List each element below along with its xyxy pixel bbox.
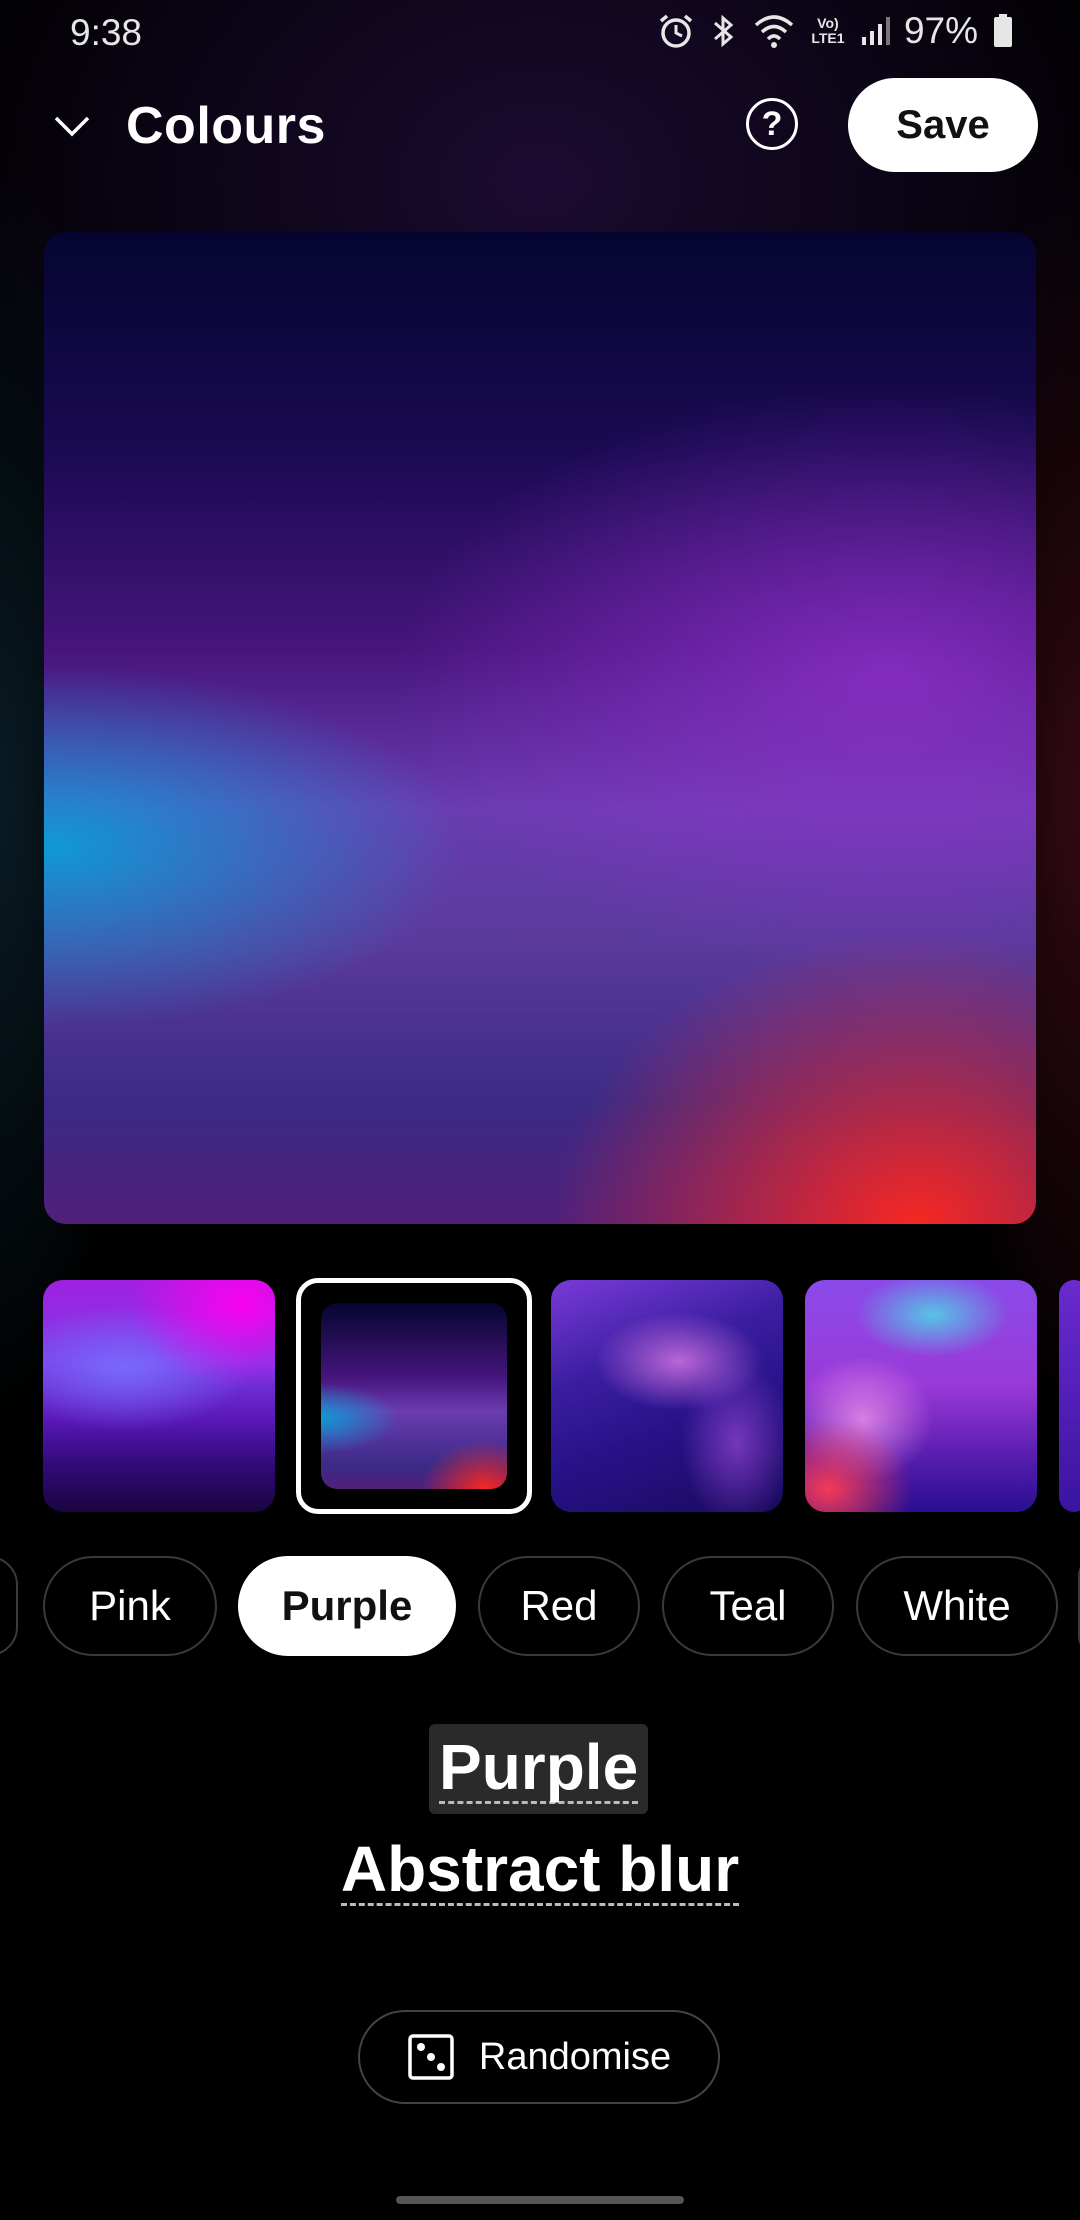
wallpaper-thumbnail-partial[interactable] bbox=[1059, 1280, 1080, 1512]
wallpaper-thumbnail[interactable] bbox=[43, 1280, 275, 1512]
dice-icon bbox=[407, 2033, 455, 2081]
header: Colours ? Save bbox=[0, 78, 1080, 174]
chip-partial-previous[interactable] bbox=[0, 1556, 18, 1656]
network-label: Vo) LTE1 bbox=[811, 15, 845, 46]
wallpaper-colour-name: Purple bbox=[429, 1724, 649, 1814]
wallpaper-style-name: Abstract blur bbox=[0, 1826, 1080, 1916]
battery-icon bbox=[992, 11, 1014, 51]
wifi-icon bbox=[752, 11, 796, 51]
bluetooth-icon bbox=[710, 11, 738, 51]
randomise-label: Randomise bbox=[478, 2035, 672, 2078]
status-time: 9:38 bbox=[70, 12, 143, 53]
wallpaper-thumbnails bbox=[0, 1278, 1080, 1514]
chip-white[interactable]: White bbox=[856, 1556, 1058, 1656]
randomise-button[interactable]: Randomise bbox=[358, 2010, 720, 2104]
wallpaper-thumbnail[interactable] bbox=[805, 1280, 1037, 1512]
wallpaper-thumbnail[interactable] bbox=[551, 1280, 783, 1512]
wallpaper-colour-name-text: Purple bbox=[439, 1730, 639, 1805]
battery-percent: 97% bbox=[903, 10, 978, 51]
status-icons: Vo) LTE1 97% bbox=[656, 10, 1014, 52]
help-button[interactable]: ? bbox=[746, 98, 798, 150]
alarm-icon bbox=[656, 11, 696, 51]
home-indicator[interactable] bbox=[396, 2196, 684, 2204]
chip-purple-selected[interactable]: Purple bbox=[238, 1556, 456, 1656]
signal-icon bbox=[860, 11, 890, 51]
wallpaper-preview bbox=[44, 232, 1036, 1224]
chip-teal[interactable]: Teal bbox=[662, 1556, 834, 1656]
colours-wallpaper-screen: 9:38 Vo) LTE1 97% Colours ? Save Pink Pu… bbox=[0, 0, 1080, 2220]
help-icon: ? bbox=[761, 104, 783, 143]
wallpaper-thumbnail-image bbox=[321, 1303, 507, 1489]
wallpaper-style-name-text: Abstract blur bbox=[340, 1832, 740, 1907]
chip-pink[interactable]: Pink bbox=[43, 1556, 217, 1656]
status-bar: 9:38 Vo) LTE1 97% bbox=[0, 0, 1080, 66]
save-button[interactable]: Save bbox=[848, 78, 1038, 172]
chevron-down-icon[interactable] bbox=[50, 106, 94, 146]
colour-category-chips: Pink Purple Red Teal White bbox=[0, 1556, 1080, 1660]
page-title: Colours bbox=[126, 97, 326, 155]
chip-red[interactable]: Red bbox=[478, 1556, 640, 1656]
wallpaper-thumbnail-selected[interactable] bbox=[296, 1278, 532, 1514]
